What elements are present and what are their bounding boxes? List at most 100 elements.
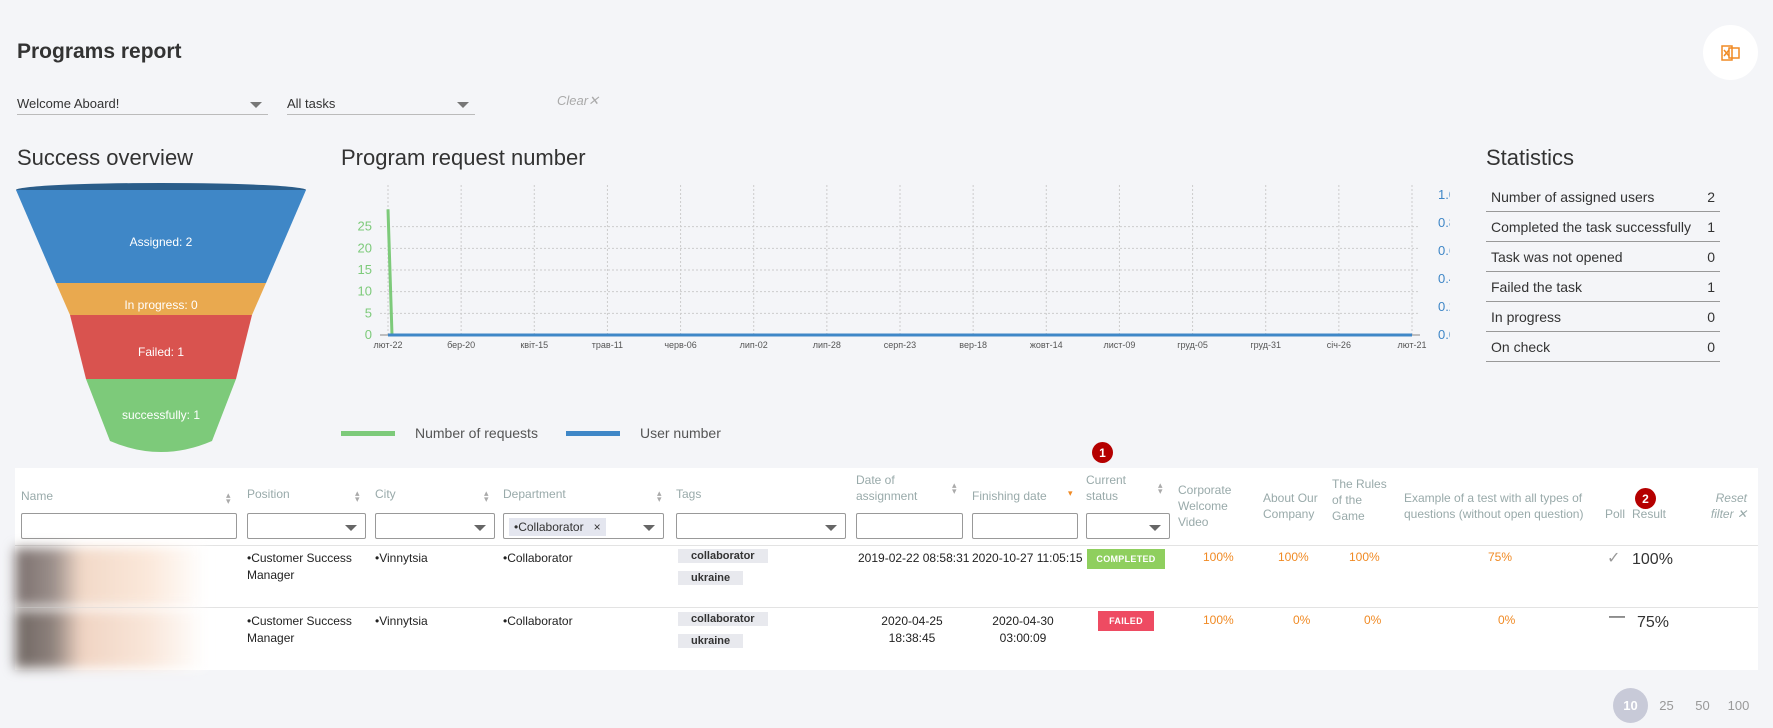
cell-result: 100% <box>1632 551 1673 568</box>
page-size-option[interactable]: 50 <box>1685 688 1720 723</box>
y-left-tick-label: 0 <box>365 327 372 342</box>
reset-filter-button[interactable]: Reset filter ✕ <box>1705 490 1747 522</box>
x-tick-label: вер-18 <box>959 340 987 350</box>
cell-example-test: 75% <box>1488 550 1513 564</box>
department-filter-chip: •Collaborator × <box>509 518 606 536</box>
col-header-finishing-date[interactable]: Finishing date <box>972 488 1047 504</box>
x-tick-label: квіт-15 <box>520 340 548 350</box>
x-tick-label: січ-26 <box>1327 340 1351 350</box>
name-filter-input[interactable] <box>21 513 237 539</box>
x-tick-label: трав-11 <box>592 340 623 350</box>
stats-label: On check <box>1491 338 1551 355</box>
check-icon: ✓ <box>1607 550 1621 567</box>
cell-position: •Customer Success Manager <box>247 551 352 582</box>
y-right-tick-label: 0.6 <box>1438 243 1450 258</box>
cell-rules-game: 0% <box>1364 613 1382 627</box>
col-header-result: Result <box>1632 507 1667 521</box>
funnel-label-assigned: Assigned: 2 <box>130 235 193 249</box>
y-left-tick-label: 25 <box>358 219 372 234</box>
stats-row: On check 0 <box>1486 332 1720 362</box>
stats-value: 0 <box>1707 338 1715 355</box>
remove-chip-icon[interactable]: × <box>594 520 601 534</box>
y-left-tick-label: 5 <box>365 305 372 320</box>
col-header-position[interactable]: Position <box>247 486 290 502</box>
program-select[interactable]: Welcome Aboard! <box>17 93 268 115</box>
city-filter-select[interactable] <box>375 513 495 539</box>
stats-value: 0 <box>1707 248 1715 265</box>
x-tick-label: лют-21 <box>1398 340 1427 350</box>
status-filter-select[interactable] <box>1086 513 1170 539</box>
col-header-current-status[interactable]: Current status <box>1086 472 1146 504</box>
tasks-select[interactable]: All tasks <box>287 93 475 115</box>
sort-icon[interactable]: ▴ ▾ <box>226 491 231 506</box>
tags-filter-select[interactable] <box>676 513 846 539</box>
chevron-down-icon <box>1149 525 1161 531</box>
funnel-label-failed: Failed: 1 <box>138 345 184 359</box>
x-tick-label: лют-22 <box>374 340 403 350</box>
cell-city: •Vinnytsia <box>375 551 428 565</box>
clear-filters-label: Clear <box>557 93 589 108</box>
page-size-option[interactable]: 100 <box>1721 688 1756 723</box>
status-badge: COMPLETED <box>1087 549 1165 569</box>
col-header-city[interactable]: City <box>375 486 396 502</box>
row-divider <box>15 545 1758 546</box>
legend-swatch-requests <box>341 430 395 436</box>
y-right-tick-label: 0.0 <box>1438 327 1450 342</box>
cell-position: •Customer Success Manager <box>247 614 352 645</box>
tag-badge: collaborator <box>678 612 768 626</box>
program-select-value: Welcome Aboard! <box>17 96 120 111</box>
x-tick-label: груд-05 <box>1177 340 1208 350</box>
success-funnel: Assigned: 2 In progress: 0 Failed: 1 suc… <box>16 183 306 452</box>
col-header-tags: Tags <box>676 487 702 501</box>
series-line-requests <box>386 209 1412 337</box>
y-right-tick-label: 0.8 <box>1438 215 1450 230</box>
cell-example-test: 0% <box>1498 613 1516 627</box>
col-header-date-assignment[interactable]: Date of assignment <box>856 472 946 504</box>
x-tick-label: черв-06 <box>664 340 697 350</box>
page-title: Programs report <box>17 40 182 63</box>
y-left-tick-label: 20 <box>358 240 372 255</box>
sort-icon[interactable]: ▴ ▾ <box>355 489 360 504</box>
tasks-select-value: All tasks <box>287 96 336 111</box>
stats-row: Completed the task successfully 1 <box>1486 212 1720 242</box>
cell-corporate-video: 100% <box>1203 613 1234 627</box>
x-tick-label: бер-20 <box>447 340 475 350</box>
chevron-down-icon <box>345 525 357 531</box>
legend-swatch-users <box>565 430 620 436</box>
col-header-name[interactable]: Name <box>21 488 53 504</box>
y-right-tick-label: 0.4 <box>1438 271 1450 286</box>
avatar-blurred <box>15 610 205 668</box>
clear-filters-button[interactable]: Clear✕ <box>557 93 599 109</box>
department-filter-select[interactable]: •Collaborator × <box>503 513 664 539</box>
x-tick-label: лип-28 <box>813 340 841 350</box>
y-left-tick-label: 15 <box>358 262 372 277</box>
sort-icon[interactable]: ▴ ▾ <box>657 489 662 504</box>
sort-icon[interactable]: ▴ ▾ <box>1158 481 1163 496</box>
position-filter-select[interactable] <box>247 513 366 539</box>
stats-label: Task was not opened <box>1491 248 1623 265</box>
cell-corporate-video: 100% <box>1203 550 1234 564</box>
close-icon: ✕ <box>588 93 599 108</box>
col-header-department[interactable]: Department <box>503 486 566 502</box>
cell-about-company: 0% <box>1293 613 1311 627</box>
report-table: Name ▴ ▾ Position ▴ ▾ City ▴ ▾ Department ▴… <box>15 468 1758 670</box>
page-size-option[interactable]: 10 <box>1613 688 1648 723</box>
finishing-date-filter-input[interactable] <box>972 513 1078 539</box>
status-badge: FAILED <box>1098 611 1154 631</box>
chevron-down-icon <box>474 525 486 531</box>
sort-desc-icon[interactable]: ▾ <box>1068 489 1073 498</box>
sort-icon[interactable]: ▴ ▾ <box>952 481 957 496</box>
x-tick-label: лист-09 <box>1103 340 1135 350</box>
export-excel-button[interactable] <box>1703 25 1758 80</box>
cell-city: •Vinnytsia <box>375 614 428 628</box>
page-size-option[interactable]: 25 <box>1649 688 1684 723</box>
cell-rules-game: 100% <box>1349 550 1380 564</box>
sort-icon[interactable]: ▴ ▾ <box>484 489 489 504</box>
x-tick-label: лип-02 <box>740 340 768 350</box>
stats-row: Task was not opened 0 <box>1486 242 1720 272</box>
stats-value: 1 <box>1707 218 1715 235</box>
chip-label: •Collaborator <box>514 520 584 534</box>
stats-value: 1 <box>1707 278 1715 295</box>
funnel-label-in-progress: In progress: 0 <box>124 298 198 312</box>
date-assignment-filter-input[interactable] <box>856 513 963 539</box>
